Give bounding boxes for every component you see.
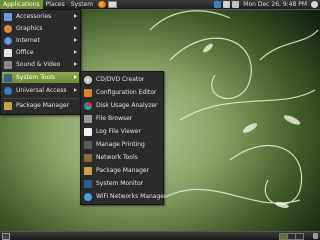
submenu-arrow-icon [74, 26, 77, 30]
submenu-arrow-icon [74, 75, 77, 79]
desktop: Applications Places System Mon Dec 26, 9… [0, 0, 320, 240]
graphics-icon [4, 24, 12, 33]
firefox-icon[interactable] [98, 1, 107, 8]
system-menu-button[interactable]: System [68, 0, 96, 9]
submenu-item-package-manager[interactable]: Package Manager [82, 165, 162, 176]
accessories-icon [4, 12, 12, 21]
submenu-item-configuration-editor[interactable]: Configuration Editor [82, 87, 162, 98]
menu-item-system-tools[interactable]: System Tools [2, 72, 79, 83]
menu-item-internet[interactable]: Internet [2, 35, 79, 46]
submenu-item-wifi-networks-manager[interactable]: WiFi Networks Manager [82, 191, 166, 202]
menu-item-sound-video[interactable]: Sound & Video [2, 59, 79, 70]
file-browser-icon [84, 114, 92, 123]
submenu-item-system-monitor[interactable]: System Monitor [82, 178, 162, 189]
internet-icon [4, 36, 12, 45]
office-icon [4, 48, 12, 57]
menu-item-graphics[interactable]: Graphics [2, 23, 79, 34]
menu-item-office[interactable]: Office [2, 47, 79, 58]
clock[interactable]: Mon Dec 26, 9:48 PM [240, 0, 310, 9]
bottom-panel [0, 231, 320, 240]
power-icon[interactable] [311, 1, 318, 8]
show-desktop-icon[interactable] [2, 233, 10, 240]
submenu-item-cd-dvd-creator[interactable]: CD/DVD Creator [82, 74, 162, 85]
mail-icon[interactable] [108, 1, 118, 8]
menu-separator [3, 98, 78, 99]
system-tools-icon [4, 73, 12, 82]
menu-item-package-manager[interactable]: Package Manager [2, 100, 79, 111]
package-manager-icon [4, 101, 12, 110]
submenu-item-log-file-viewer[interactable]: Log File Viewer [82, 126, 162, 137]
log-viewer-icon [84, 127, 92, 136]
system-tools-submenu: CD/DVD Creator Configuration Editor Disk… [80, 71, 166, 205]
printer-icon [84, 140, 92, 149]
notification-icon[interactable] [214, 1, 222, 8]
submenu-arrow-icon [74, 38, 77, 42]
submenu-item-manage-printing[interactable]: Manage Printing [82, 139, 162, 150]
volume-icon[interactable] [232, 1, 240, 8]
submenu-arrow-icon [74, 62, 77, 66]
sound-video-icon [4, 60, 12, 69]
universal-access-icon [4, 86, 12, 95]
trash-icon[interactable] [313, 233, 318, 239]
wifi-icon [84, 192, 92, 201]
menu-item-universal-access[interactable]: Universal Access [2, 85, 79, 96]
submenu-item-file-browser[interactable]: File Browser [82, 113, 162, 124]
submenu-item-network-tools[interactable]: Network Tools [82, 152, 162, 163]
submenu-item-disk-usage-analyzer[interactable]: Disk Usage Analyzer [82, 100, 162, 111]
disc-icon [84, 75, 92, 84]
applications-menu-button[interactable]: Applications [0, 0, 43, 9]
disk-usage-icon [84, 101, 92, 110]
submenu-arrow-icon [74, 88, 77, 92]
workspace-3[interactable] [295, 233, 304, 240]
menu-item-accessories[interactable]: Accessories [2, 11, 79, 22]
applications-menu: Accessories Graphics Internet Office Sou… [0, 9, 81, 115]
submenu-arrow-icon [74, 14, 77, 18]
package-manager-icon [84, 166, 92, 175]
system-monitor-icon [84, 179, 92, 188]
config-editor-icon [84, 88, 92, 97]
network-tools-icon [84, 153, 92, 162]
submenu-arrow-icon [74, 50, 77, 54]
places-menu-button[interactable]: Places [43, 0, 68, 9]
network-icon[interactable] [223, 1, 231, 8]
